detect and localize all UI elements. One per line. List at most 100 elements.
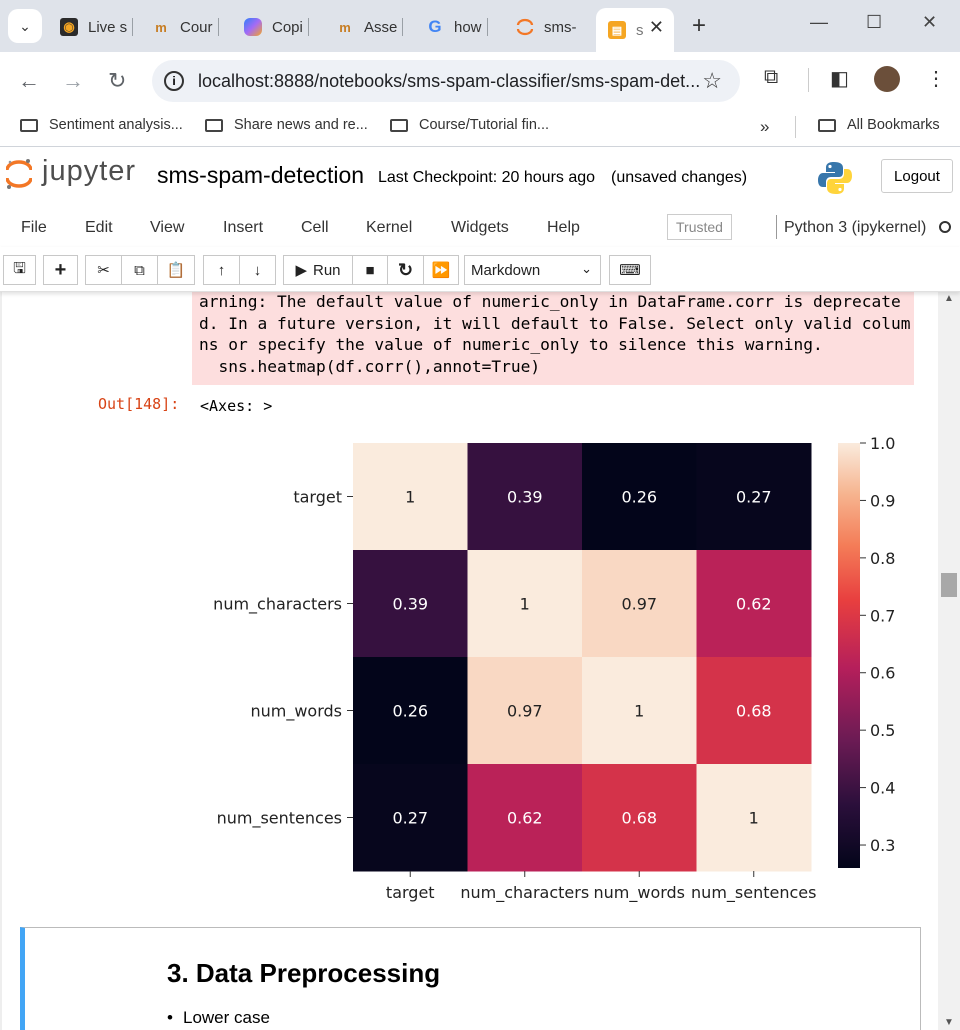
- maximize-icon[interactable]: ☐: [866, 12, 882, 33]
- tab-label: Live s: [88, 18, 128, 36]
- menu-help[interactable]: Help: [547, 219, 580, 237]
- markdown-cell[interactable]: 3. Data Preprocessing Lower case: [20, 927, 921, 1030]
- copy-button[interactable]: ⧉: [121, 255, 158, 285]
- paste-button[interactable]: 📋: [157, 255, 195, 285]
- forward-arrow-icon[interactable]: →: [62, 68, 84, 94]
- side-panel-icon[interactable]: ◧: [830, 66, 849, 91]
- scissors-icon: ✂: [97, 262, 110, 279]
- logout-button[interactable]: Logout: [881, 159, 953, 193]
- heatmap-annotation: 0.39: [392, 595, 428, 614]
- url-text: localhost:8888/notebooks/sms-spam-classi…: [198, 70, 701, 91]
- heatmap-annotation: 0.39: [507, 488, 543, 507]
- restart-run-all-button[interactable]: ⏩: [423, 255, 459, 285]
- browser-tab-4[interactable]: m Asse: [336, 10, 404, 44]
- coursera-icon: m: [155, 19, 167, 35]
- browser-tab-1[interactable]: ◉ Live s: [60, 10, 134, 44]
- cut-button[interactable]: ✂: [85, 255, 122, 285]
- python-logo-icon: [817, 160, 853, 196]
- tab-label: Cour: [180, 18, 213, 36]
- menu-kernel[interactable]: Kernel: [366, 219, 412, 237]
- bookmarks-bar: Sentiment analysis... Share news and re.…: [0, 108, 960, 147]
- x-tick-label: num_words: [593, 883, 685, 903]
- new-tab-plus-icon[interactable]: +: [692, 12, 706, 40]
- scroll-down-arrow-icon[interactable]: ▼: [944, 1017, 954, 1028]
- jupyter-icon: [516, 18, 534, 36]
- arrow-down-icon: ↓: [253, 261, 262, 279]
- stderr-line: arning: The default value of numeric_onl…: [199, 292, 901, 311]
- close-icon[interactable]: ✕: [649, 17, 664, 38]
- heatmap-annotation: 0.26: [392, 702, 428, 721]
- jupyter-wordmark: jupyter: [42, 155, 137, 187]
- address-bar[interactable]: i localhost:8888/notebooks/sms-spam-clas…: [152, 60, 740, 102]
- tab-label: how: [454, 18, 482, 36]
- stderr-line: d. In a future version, it will default …: [199, 313, 911, 333]
- scrollbar-thumb[interactable]: [941, 573, 957, 597]
- page-scrollbar[interactable]: ▲ ▼: [938, 291, 960, 1030]
- command-palette-button[interactable]: ⌨: [609, 255, 651, 285]
- plus-icon: +: [54, 258, 67, 281]
- browser-tab-3[interactable]: Copi: [244, 10, 309, 44]
- scroll-up-arrow-icon[interactable]: ▲: [944, 293, 954, 304]
- heatmap-annotation: 0.68: [621, 809, 657, 828]
- menu-cell[interactable]: Cell: [301, 219, 329, 237]
- interrupt-button[interactable]: ■: [352, 255, 388, 285]
- move-down-button[interactable]: ↓: [239, 255, 276, 285]
- x-tick-label: num_sentences: [691, 883, 816, 903]
- heatmap-annotation: 0.97: [507, 702, 543, 721]
- chevron-down-icon: ⌄: [19, 17, 31, 34]
- save-button[interactable]: 🖫: [3, 255, 36, 285]
- browser-tab-bar: ⌄ ◉ Live s m Cour Copi m Asse G how sms-…: [0, 0, 960, 52]
- trusted-badge[interactable]: Trusted: [667, 214, 732, 240]
- run-label: Run: [313, 261, 341, 279]
- bookmark-label: Sentiment analysis...: [49, 117, 183, 133]
- insert-cell-button[interactable]: +: [43, 255, 78, 285]
- notebook-menubar: File Edit View Insert Cell Kernel Widget…: [0, 209, 960, 247]
- tab-search-button[interactable]: ⌄: [8, 9, 42, 43]
- minimize-icon[interactable]: —: [810, 12, 828, 33]
- heatmap-annotation: 1: [749, 809, 759, 828]
- bookmark-star-icon[interactable]: ☆: [702, 68, 722, 94]
- x-tick-label: target: [386, 883, 435, 902]
- move-up-button[interactable]: ↑: [203, 255, 240, 285]
- restart-button[interactable]: ↻: [387, 255, 424, 285]
- profile-avatar[interactable]: [874, 66, 900, 92]
- browser-tab-2[interactable]: m Cour: [152, 10, 219, 44]
- menu-widgets[interactable]: Widgets: [451, 219, 509, 237]
- menu-view[interactable]: View: [150, 219, 184, 237]
- browser-tab-active[interactable]: ▤ s ✕: [596, 8, 674, 52]
- cell-type-select[interactable]: Markdown ⌄: [464, 255, 601, 285]
- window-close-icon[interactable]: ✕: [922, 12, 937, 33]
- browser-tab-5[interactable]: G how: [426, 10, 488, 44]
- heatmap-annotation: 0.26: [621, 488, 657, 507]
- menu-file[interactable]: File: [21, 219, 47, 237]
- site-info-icon[interactable]: i: [164, 71, 184, 91]
- more-options-icon[interactable]: ⋮: [926, 66, 946, 91]
- folder-icon: [20, 118, 38, 132]
- folder-icon: [390, 118, 408, 132]
- kernel-name[interactable]: Python 3 (ipykernel): [784, 219, 926, 237]
- heatmap-annotation: 0.62: [736, 595, 772, 614]
- bookmark-folder-2[interactable]: Share news and re...: [205, 117, 368, 133]
- jupyter-logo[interactable]: jupyter: [5, 155, 137, 189]
- run-button[interactable]: ▶ Run: [283, 255, 353, 285]
- colorbar-tick-label: 0.5: [870, 721, 895, 740]
- menu-edit[interactable]: Edit: [85, 219, 113, 237]
- heatmap-annotation: 1: [634, 702, 644, 721]
- copilot-icon: [244, 18, 262, 36]
- bookmark-folder-3[interactable]: Course/Tutorial fin...: [390, 117, 549, 133]
- chevron-down-icon: ⌄: [581, 261, 592, 276]
- browser-tab-6[interactable]: sms-: [516, 10, 577, 44]
- google-icon: G: [428, 17, 442, 36]
- bookmark-label: Course/Tutorial fin...: [419, 117, 550, 133]
- restart-icon: ↻: [397, 259, 414, 280]
- notebook-toolbar: 🖫 + ✂ ⧉ 📋 ↑ ↓ ▶ Run ■ ↻ ⏩ Markdown ⌄ ⌨: [0, 247, 960, 292]
- more-bookmarks-chevron-icon[interactable]: »: [760, 117, 769, 137]
- reload-icon[interactable]: ↻: [108, 68, 126, 94]
- extensions-puzzle-icon[interactable]: ⧉: [764, 66, 778, 89]
- back-arrow-icon[interactable]: ←: [18, 68, 40, 94]
- coursera-icon: m: [339, 19, 351, 35]
- notebook-name[interactable]: sms-spam-detection: [157, 162, 364, 189]
- bookmark-folder-1[interactable]: Sentiment analysis...: [20, 117, 183, 133]
- menu-insert[interactable]: Insert: [223, 219, 263, 237]
- all-bookmarks-folder[interactable]: All Bookmarks: [818, 117, 940, 133]
